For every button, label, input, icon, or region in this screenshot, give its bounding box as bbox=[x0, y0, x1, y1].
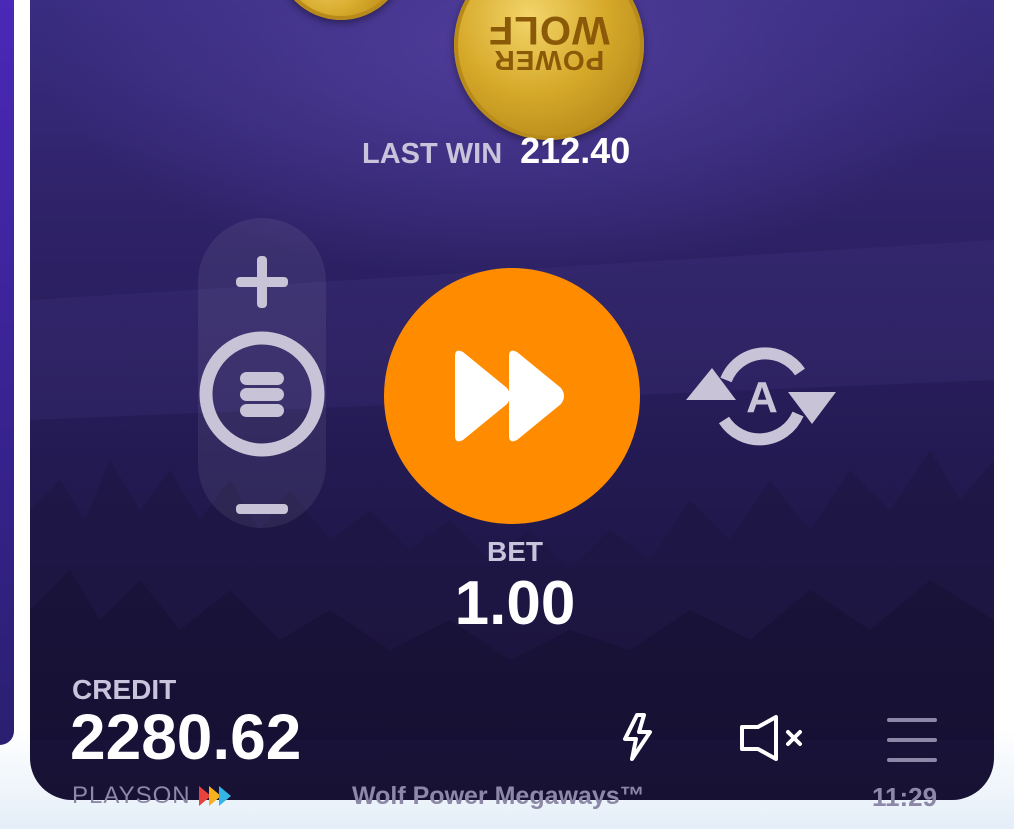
clock: 11:29 bbox=[872, 782, 938, 812]
fast-forward-icon bbox=[455, 350, 564, 442]
bet-label: BET bbox=[487, 536, 543, 567]
left-edge-panel bbox=[0, 0, 14, 745]
speaker-muted-icon bbox=[740, 715, 802, 761]
wolf-power-coin: POWER WOLF bbox=[454, 0, 644, 140]
coin-stack-icon bbox=[199, 331, 325, 457]
playson-arrows-icon bbox=[198, 786, 231, 806]
spin-button[interactable] bbox=[384, 268, 640, 524]
bet-decrease-button[interactable] bbox=[232, 484, 292, 534]
sound-button[interactable] bbox=[736, 712, 816, 764]
game-title: Wolf Power Megaways™ bbox=[352, 782, 645, 810]
provider-logo: PLAYSON bbox=[72, 782, 233, 810]
hamburger-menu-icon bbox=[887, 718, 937, 762]
coin-text-wolf: WOLF bbox=[488, 8, 610, 52]
coin-top-left bbox=[276, 0, 406, 20]
bet-value: 1.00 bbox=[454, 569, 576, 638]
plus-icon bbox=[236, 256, 288, 308]
last-win-value: 212.40 bbox=[520, 130, 631, 171]
bet-increase-button[interactable] bbox=[232, 252, 292, 312]
autoplay-button[interactable]: A bbox=[684, 340, 840, 452]
bet-selector-button[interactable] bbox=[198, 330, 326, 458]
last-win-label: LAST WIN bbox=[362, 138, 503, 170]
autoplay-icon: A bbox=[686, 347, 836, 446]
menu-button[interactable] bbox=[884, 712, 940, 768]
svg-text:A: A bbox=[746, 373, 778, 422]
credit-value: 2280.62 bbox=[70, 701, 302, 773]
last-win: LAST WIN 212.40 bbox=[362, 130, 630, 172]
turbo-button[interactable] bbox=[612, 710, 662, 764]
provider-name: PLAYSON bbox=[72, 782, 191, 809]
minus-icon bbox=[236, 504, 288, 514]
lightning-icon bbox=[623, 713, 652, 761]
